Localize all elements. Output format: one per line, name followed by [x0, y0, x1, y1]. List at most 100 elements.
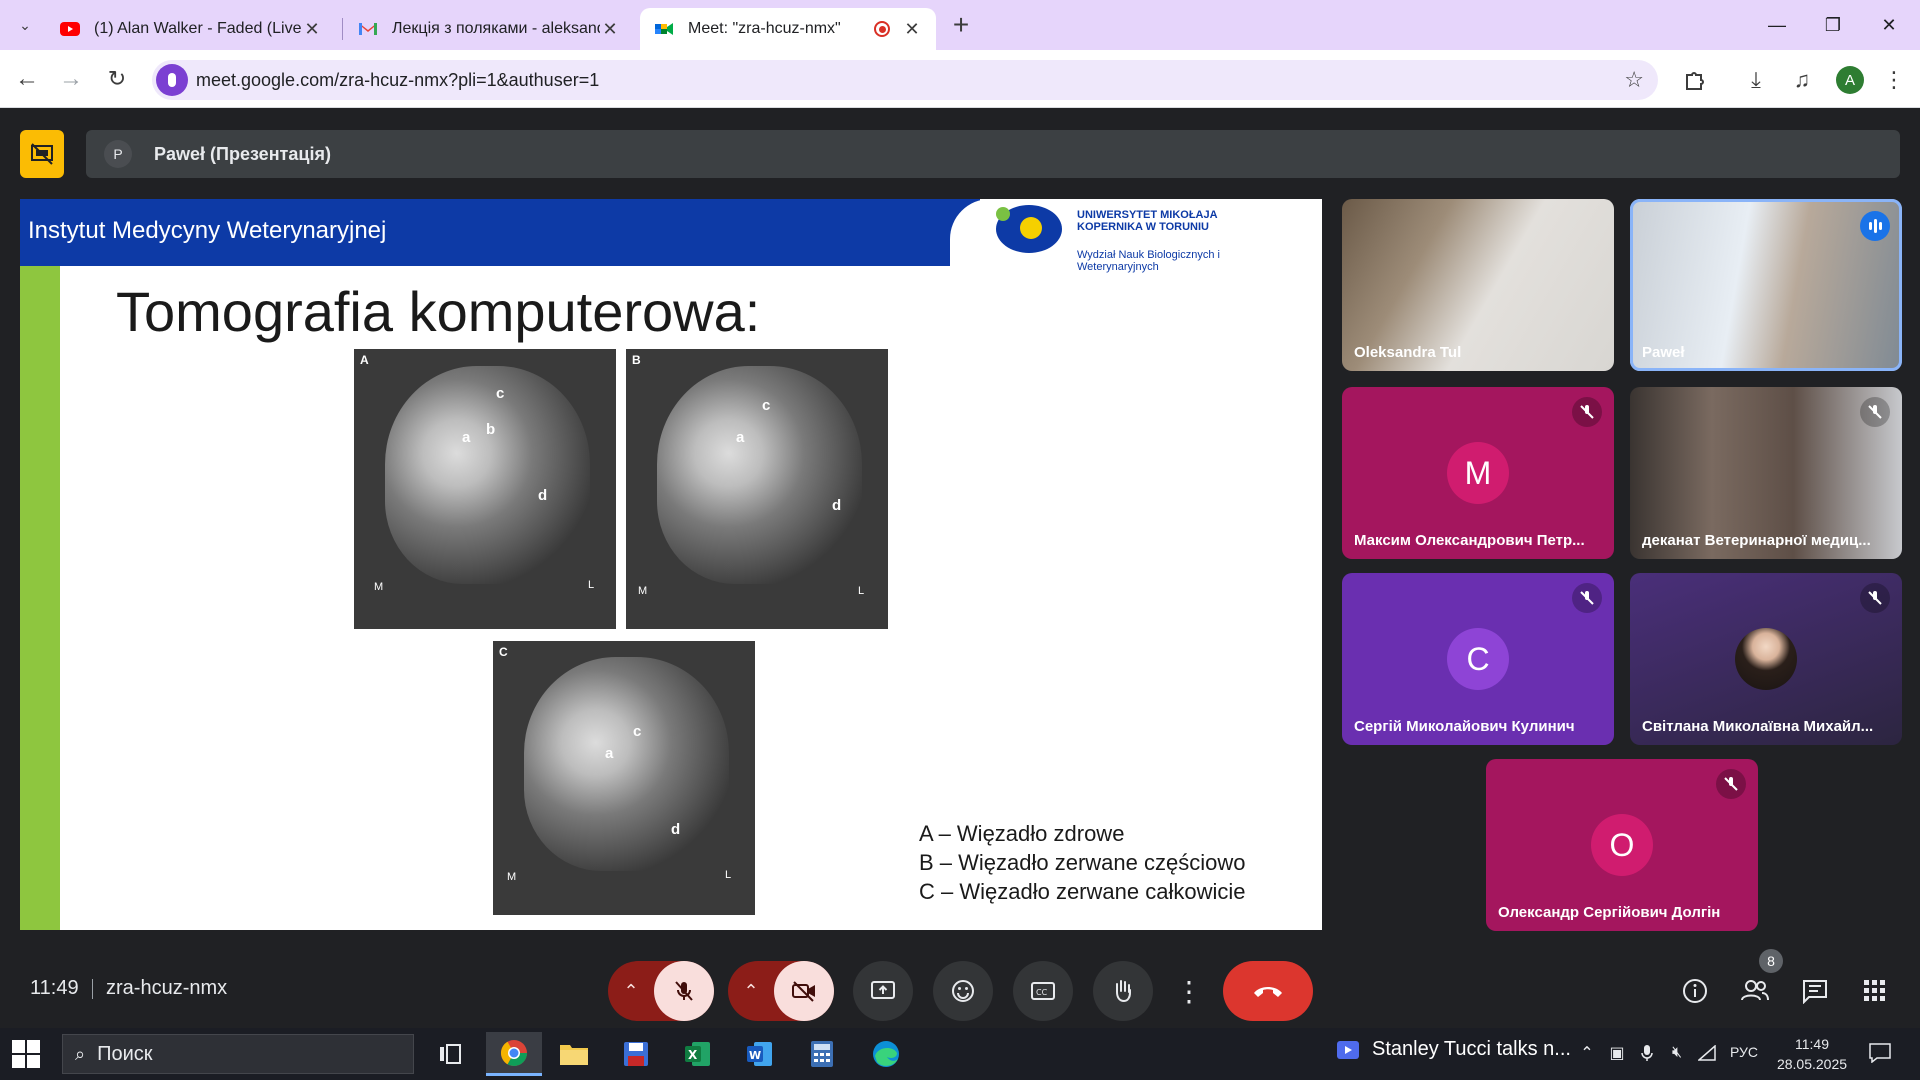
leave-call-button[interactable]	[1223, 961, 1313, 1021]
download-icon[interactable]: ⤓	[1740, 64, 1772, 96]
people-icon	[1741, 980, 1769, 1001]
ct-corner-label: B	[632, 353, 641, 367]
camera-off-icon	[792, 981, 815, 1002]
minimize-icon[interactable]: ―	[1754, 8, 1800, 42]
browser-tab-gmail[interactable]: Лекція з поляками - aleksandr ✕	[344, 8, 634, 50]
taskbar-search-box[interactable]: ⌕ Поиск	[62, 1034, 414, 1074]
tray-microphone-icon[interactable]	[1636, 1042, 1658, 1064]
ct-medial-label: M	[638, 585, 648, 597]
participant-tile-speaking[interactable]: Paweł	[1630, 199, 1902, 371]
ct-label: d	[671, 821, 681, 838]
taskbar-clock[interactable]: 11:49 28.05.2025	[1772, 1034, 1852, 1074]
puzzle-icon	[1686, 72, 1704, 90]
meet-control-bar: 11:49 zra-hcuz-nmx ⌃ ⌃ CC ⋮ 8	[0, 937, 1920, 1037]
ct-label: c	[762, 397, 771, 414]
participant-tile[interactable]: O Олександр Сергійович Долгін	[1486, 759, 1758, 931]
address-bar[interactable]: meet.google.com/zra-hcuz-nmx?pli=1&authu…	[152, 60, 1658, 100]
microphone-control: ⌃	[608, 961, 714, 1021]
present-screen-button[interactable]	[853, 961, 913, 1021]
reactions-button[interactable]	[933, 961, 993, 1021]
svg-text:W: W	[749, 1049, 761, 1062]
tab-title: Лекція з поляками - aleksandr	[392, 20, 600, 37]
ct-label: d	[538, 487, 548, 504]
people-button[interactable]	[1737, 973, 1773, 1009]
tray-camera-icon[interactable]: ▣	[1606, 1042, 1628, 1064]
input-language[interactable]: РУС	[1730, 1044, 1758, 1060]
participant-initial-avatar: M	[1447, 442, 1509, 504]
video-options-chevron-icon[interactable]: ⌃	[728, 961, 774, 1021]
ct-label: b	[486, 421, 496, 438]
windows-start-icon[interactable]	[12, 1040, 40, 1068]
stop-presenting-button[interactable]	[20, 130, 64, 178]
mic-off-icon	[675, 981, 693, 1001]
ct-image-a: A c b a d M L	[354, 349, 616, 629]
tray-network-icon[interactable]	[1696, 1042, 1718, 1064]
close-window-icon[interactable]: ✕	[1866, 8, 1912, 42]
back-button[interactable]: ←	[10, 62, 44, 96]
close-tab-icon[interactable]: ✕	[302, 19, 322, 39]
slide-green-strip	[20, 266, 60, 930]
word-icon[interactable]: W	[732, 1032, 788, 1076]
slide-legend: A – Więzadło zdrowe B – Więzadło zerwane…	[919, 819, 1245, 906]
captions-button[interactable]: CC	[1013, 961, 1073, 1021]
excel-icon[interactable]: X	[670, 1032, 726, 1076]
more-options-button[interactable]: ⋮	[1163, 961, 1215, 1021]
tray-speaker-muted-icon[interactable]: 🔇︎	[1666, 1042, 1688, 1064]
browser-menu-icon[interactable]: ⋮	[1878, 64, 1910, 96]
participant-tile[interactable]: Oleksandra Tul	[1342, 199, 1614, 371]
microphone-toggle-button[interactable]	[654, 961, 714, 1021]
camera-toggle-button[interactable]	[774, 961, 834, 1021]
meeting-code: zra-hcuz-nmx	[106, 977, 228, 999]
info-icon	[1683, 979, 1707, 1003]
extensions-icon[interactable]	[1678, 64, 1710, 96]
ct-corner-label: A	[360, 353, 369, 367]
activities-button[interactable]	[1857, 973, 1893, 1009]
file-explorer-icon[interactable]	[546, 1032, 602, 1076]
forward-button[interactable]: →	[54, 62, 88, 96]
legend-item: C – Więzadło zerwane całkowicie	[919, 879, 1246, 904]
ct-scan	[524, 657, 729, 872]
reload-button[interactable]: ↻	[100, 62, 134, 96]
tray-chevron-up-icon[interactable]: ⌃	[1576, 1042, 1598, 1064]
chat-icon	[1803, 980, 1827, 1004]
notifications-icon[interactable]	[1866, 1042, 1894, 1064]
svg-text:X: X	[688, 1048, 698, 1062]
taskbar-date: 28.05.2025	[1776, 1056, 1848, 1072]
restore-icon[interactable]: ❐	[1810, 8, 1856, 42]
task-view-icon[interactable]	[422, 1032, 478, 1076]
participant-tile[interactable]: деканат Ветеринарної медиц...	[1630, 387, 1902, 559]
profile-avatar[interactable]: A	[1836, 66, 1864, 94]
participant-photo-avatar	[1735, 628, 1797, 690]
new-tab-button[interactable]: +	[946, 9, 976, 40]
chat-button[interactable]	[1797, 973, 1833, 1009]
mic-off-icon	[1860, 397, 1890, 427]
bookmark-star-icon[interactable]: ☆	[1624, 67, 1644, 93]
meeting-details-button[interactable]	[1677, 973, 1713, 1009]
browser-tab-meet[interactable]: Meet: "zra-hcuz-nmx" ✕	[640, 8, 936, 50]
browser-tab-youtube[interactable]: (1) Alan Walker - Faded (Live Pe ✕	[46, 8, 336, 50]
raise-hand-button[interactable]	[1093, 961, 1153, 1021]
video-news-icon	[1337, 1040, 1359, 1059]
tab-search-button[interactable]: ⌄	[10, 12, 40, 38]
microphone-in-use-icon[interactable]	[156, 64, 188, 96]
calculator-icon[interactable]	[794, 1032, 850, 1076]
participant-tile[interactable]: M Максим Олександрович Петр...	[1342, 387, 1614, 559]
news-widget[interactable]: Stanley Tucci talks n...	[1336, 1038, 1571, 1061]
more-vert-icon: ⋮	[1175, 975, 1203, 1007]
participant-tile[interactable]: Світлана Миколаївна Михайл...	[1630, 573, 1902, 745]
presentation-off-icon	[31, 143, 53, 165]
close-tab-icon[interactable]: ✕	[902, 19, 922, 39]
media-control-icon[interactable]: ♫	[1786, 64, 1818, 96]
meet-stage: P Paweł (Презентація) Instytut Medycyny …	[0, 109, 1920, 1037]
audio-options-chevron-icon[interactable]: ⌃	[608, 961, 654, 1021]
ct-label: a	[462, 429, 471, 446]
divider	[92, 979, 93, 999]
participant-tile[interactable]: C Сергій Миколайович Кулинич	[1342, 573, 1614, 745]
edge-icon[interactable]	[858, 1032, 914, 1076]
meet-icon	[655, 23, 673, 35]
chrome-taskbar-icon[interactable]	[486, 1032, 542, 1076]
ct-corner-label: C	[499, 645, 508, 659]
close-tab-icon[interactable]: ✕	[600, 19, 620, 39]
save-app-icon[interactable]	[608, 1032, 664, 1076]
url-text: meet.google.com/zra-hcuz-nmx?pli=1&authu…	[196, 70, 600, 90]
